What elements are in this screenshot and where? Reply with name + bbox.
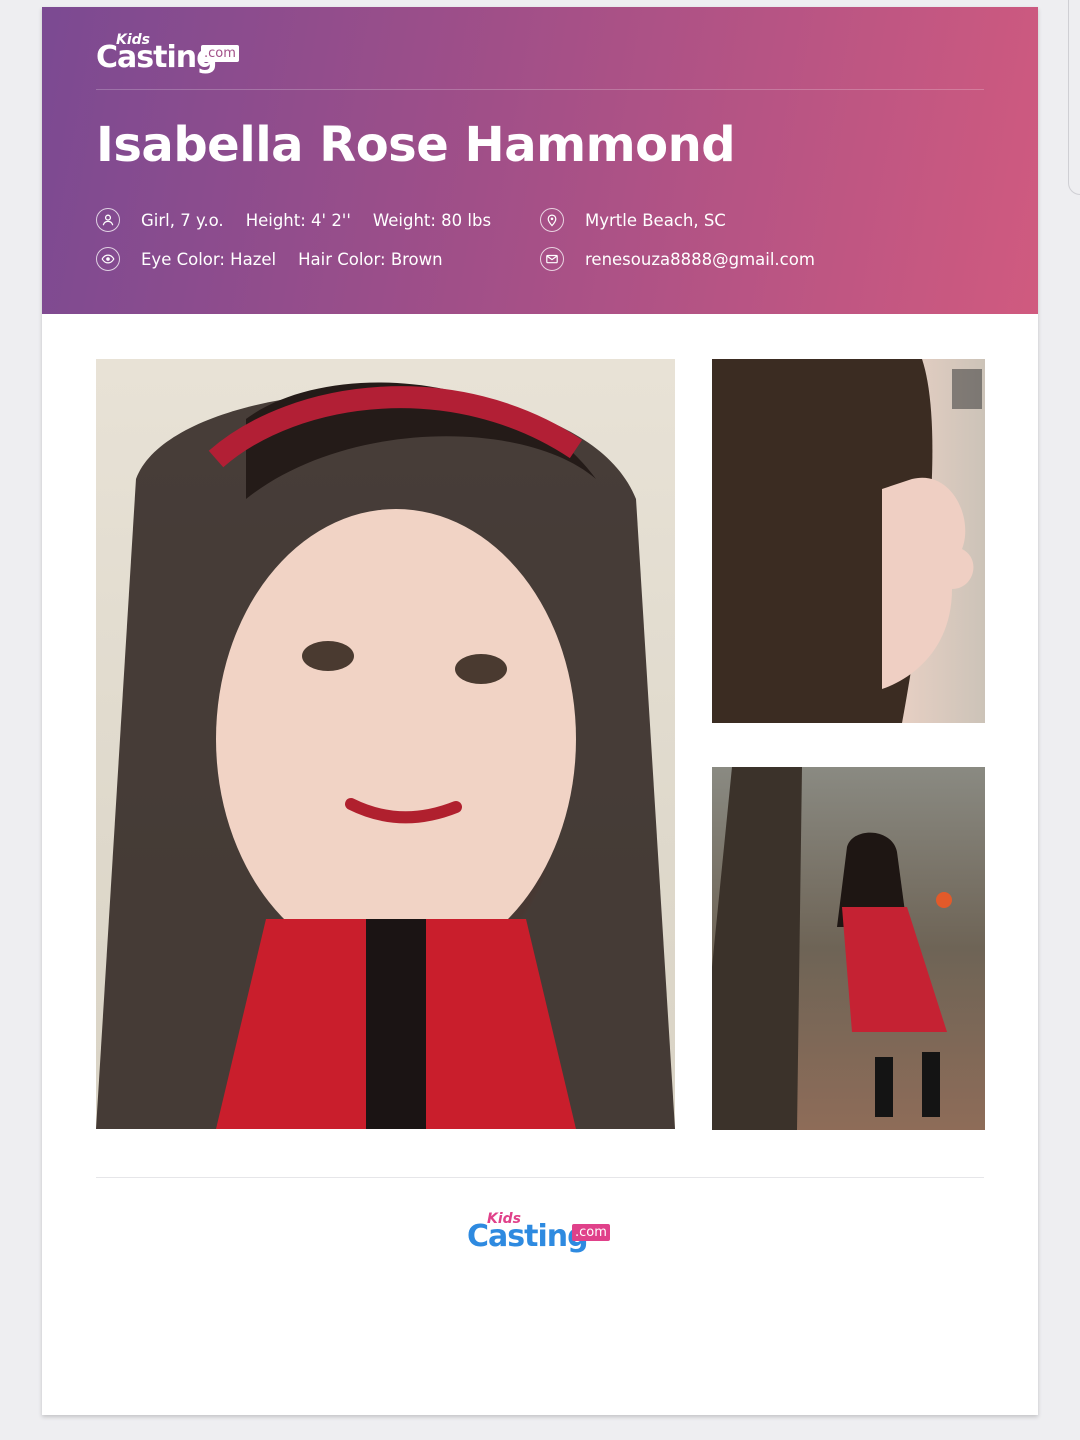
full-body-photo[interactable] — [712, 767, 985, 1130]
profile-card: Kids Casting .com Isabella Rose Hammond … — [42, 7, 1038, 1415]
weight-value: Weight: 80 lbs — [372, 210, 492, 230]
profile-header: Kids Casting .com Isabella Rose Hammond … — [42, 7, 1038, 314]
appearance-row: Eye Color: Hazel Hair Color: Brown — [96, 245, 443, 273]
location-pin-icon — [540, 208, 564, 232]
hair-color-value: Hair Color: Brown — [298, 249, 443, 269]
talent-name: Isabella Rose Hammond — [96, 117, 736, 173]
logo-com-badge: .com — [572, 1224, 610, 1241]
logo-casting-text: Casting — [96, 40, 218, 75]
profile-photo[interactable] — [712, 359, 985, 723]
location-value: Myrtle Beach, SC — [585, 210, 726, 230]
logo-com-badge: .com — [201, 45, 239, 62]
eye-color-value: Eye Color: Hazel — [141, 249, 277, 269]
email-row: renesouza8888@gmail.com — [540, 245, 815, 273]
header-divider — [96, 89, 984, 90]
envelope-icon — [540, 247, 564, 271]
email-link[interactable]: renesouza8888@gmail.com — [585, 250, 815, 269]
footer-divider — [96, 1177, 984, 1178]
person-icon — [96, 208, 120, 232]
portrait-photo[interactable] — [96, 359, 675, 1129]
gender-age: Girl, 7 y.o. — [141, 210, 224, 230]
kidscasting-footer-logo[interactable]: Kids Casting .com — [467, 1212, 627, 1252]
eye-icon — [96, 247, 120, 271]
location-row: Myrtle Beach, SC — [540, 206, 726, 234]
basic-info-row: Girl, 7 y.o. Height: 4' 2'' Weight: 80 l… — [96, 206, 491, 234]
kidscasting-logo[interactable]: Kids Casting .com — [96, 33, 256, 73]
height-value: Height: 4' 2'' — [245, 210, 351, 230]
scrollbar-edge — [1068, 0, 1080, 195]
logo-casting-text: Casting — [467, 1219, 589, 1254]
